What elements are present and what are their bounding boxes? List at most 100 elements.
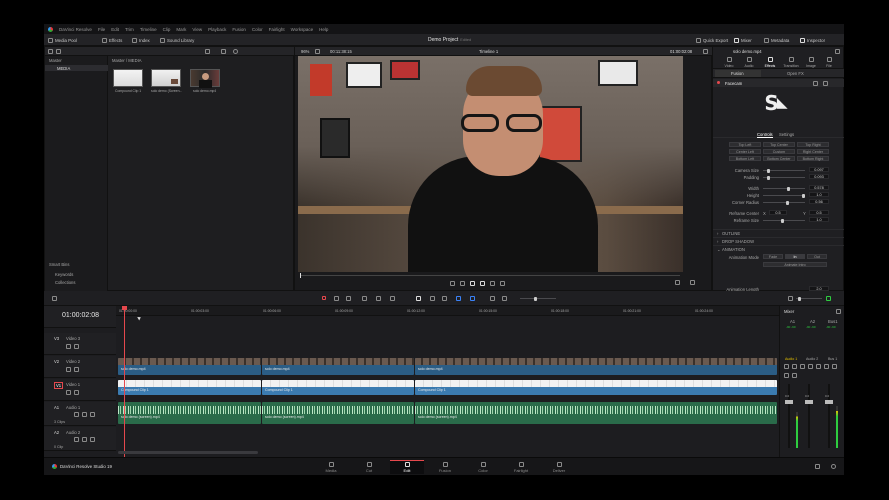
- track-header-a2[interactable]: A2 Audio 2 0 Clip: [44, 427, 116, 451]
- overwrite-clip-icon[interactable]: [376, 296, 381, 301]
- menu-fusion[interactable]: Fusion: [232, 27, 246, 32]
- solo-icon[interactable]: [784, 372, 789, 378]
- reframe-size-field[interactable]: 1.0: [809, 217, 829, 222]
- playhead[interactable]: [122, 306, 127, 457]
- position-bottom-left-button[interactable]: Bottom Left: [729, 156, 761, 161]
- audio-clip[interactable]: solo demo (screen).mp4: [262, 402, 414, 424]
- loop-icon[interactable]: [500, 281, 505, 286]
- dynamic-trim-icon[interactable]: [346, 296, 351, 301]
- height-field[interactable]: 1.0: [809, 192, 829, 197]
- tab-settings[interactable]: Settings: [779, 132, 794, 137]
- compound-clip[interactable]: Compound Clip 1: [262, 380, 414, 395]
- position-right-center-button[interactable]: Right Center: [797, 149, 829, 154]
- clip-thumbnail[interactable]: [190, 69, 220, 88]
- media-pool-button[interactable]: Media Pool: [48, 36, 77, 44]
- effect-header[interactable]: Facecam: [713, 79, 844, 87]
- lock-icon[interactable]: [66, 390, 71, 395]
- sort-icon[interactable]: [221, 49, 226, 54]
- read-icon[interactable]: [832, 364, 837, 369]
- page-edit[interactable]: Edit: [390, 460, 424, 474]
- menu-file[interactable]: File: [98, 27, 105, 32]
- timeline-scrollbar[interactable]: [118, 451, 258, 454]
- reframe-x-field[interactable]: 0.5: [769, 210, 787, 215]
- zoom-level[interactable]: 96%: [301, 49, 309, 54]
- position-bottom-center-button[interactable]: Bottom Center: [763, 156, 795, 161]
- lock-icon[interactable]: [66, 367, 71, 372]
- volume-slider[interactable]: [796, 296, 822, 301]
- compound-clip[interactable]: Compound Clip 1: [415, 380, 777, 395]
- go-to-start-icon[interactable]: [450, 281, 455, 286]
- track-header-a1[interactable]: A1 Audio 1 3 Clips: [44, 402, 116, 426]
- bin-master[interactable]: Master: [49, 58, 62, 63]
- link-icon[interactable]: [430, 296, 435, 301]
- tab-effects[interactable]: Effects: [763, 57, 777, 68]
- subtab-fusion[interactable]: Fusion: [715, 70, 761, 77]
- flag-icon[interactable]: [456, 296, 461, 301]
- mute-icon[interactable]: [824, 364, 829, 369]
- page-cut[interactable]: Cut: [352, 460, 386, 474]
- mute-icon[interactable]: [800, 364, 805, 369]
- timeline-ruler[interactable]: 01:00:00:00 01:00:03:00 01:00:06:00 01:0…: [116, 306, 779, 316]
- camera-size-slider[interactable]: [763, 168, 805, 173]
- audio-meter-icon[interactable]: [826, 296, 831, 301]
- tab-image[interactable]: Image: [805, 57, 817, 68]
- go-to-end-icon[interactable]: [490, 281, 495, 286]
- menu-help[interactable]: Help: [319, 27, 328, 32]
- menu-app[interactable]: DaVinci Resolve: [59, 27, 92, 32]
- track-header-v1[interactable]: V1 Video 1: [44, 379, 116, 401]
- play-icon[interactable]: [480, 281, 485, 286]
- fader-bus1[interactable]: [825, 400, 833, 404]
- corner-radius-field[interactable]: 0.56: [809, 199, 829, 204]
- mute-icon[interactable]: [792, 372, 797, 378]
- read-icon[interactable]: [784, 364, 789, 369]
- animation-out-button[interactable]: Out: [807, 254, 827, 259]
- solo-icon[interactable]: [792, 364, 797, 369]
- eye-icon[interactable]: [74, 390, 79, 395]
- track-header-v3[interactable]: V3 Video 3: [44, 333, 116, 355]
- position-lock-icon[interactable]: [442, 296, 447, 301]
- menu-fairlight[interactable]: Fairlight: [269, 27, 285, 32]
- viewer-scrubber[interactable]: [300, 273, 680, 278]
- solo-icon[interactable]: [82, 437, 87, 442]
- menu-workspace[interactable]: Workspace: [291, 27, 313, 32]
- fader-a1[interactable]: [785, 400, 793, 404]
- zoom-out-icon[interactable]: [490, 296, 495, 301]
- volume-icon[interactable]: [788, 296, 793, 301]
- zoom-fit-icon[interactable]: [502, 296, 507, 301]
- padding-slider[interactable]: [763, 175, 805, 180]
- layout-icon[interactable]: [52, 296, 57, 301]
- reframe-size-slider[interactable]: [763, 218, 805, 223]
- width-slider[interactable]: [763, 186, 805, 191]
- section-drop-shadow[interactable]: › DROP SHADOW: [713, 237, 844, 244]
- read-icon[interactable]: [808, 364, 813, 369]
- fullscreen-icon[interactable]: [675, 280, 680, 285]
- section-outline[interactable]: › OUTLINE: [713, 229, 844, 236]
- reset-icon[interactable]: [813, 80, 818, 86]
- collections-bin[interactable]: Collections: [55, 280, 75, 285]
- menu-timeline[interactable]: Timeline: [140, 27, 157, 32]
- lock-icon[interactable]: [66, 344, 71, 349]
- mixer-button[interactable]: Mixer: [734, 36, 752, 44]
- lock-icon[interactable]: [74, 412, 79, 417]
- video-clip[interactable]: solo demo.mp4: [415, 358, 777, 375]
- mute-icon[interactable]: [90, 412, 95, 417]
- timeline-name[interactable]: Timeline 1: [479, 49, 498, 54]
- page-deliver[interactable]: Deliver: [542, 460, 576, 474]
- position-top-center-button[interactable]: Top Center: [763, 142, 795, 147]
- menu-trim[interactable]: Trim: [125, 27, 134, 32]
- marker-icon[interactable]: [470, 296, 475, 301]
- compound-clip[interactable]: Compound Clip 1: [118, 380, 261, 395]
- sound-library-button[interactable]: Sound Library: [160, 36, 194, 44]
- audio-clip[interactable]: solo demo (screen).mp4: [415, 402, 777, 424]
- list-view-icon[interactable]: [205, 49, 210, 54]
- eye-icon[interactable]: [74, 367, 79, 372]
- trim-tool-icon[interactable]: [334, 296, 339, 301]
- metadata-button[interactable]: Metadata: [764, 36, 789, 44]
- home-icon[interactable]: [815, 464, 820, 469]
- section-animation[interactable]: ⌄ ANIMATION: [713, 245, 844, 252]
- search-icon[interactable]: [233, 49, 238, 54]
- tab-file[interactable]: File: [823, 57, 835, 68]
- reframe-y-field[interactable]: 0.5: [809, 210, 829, 215]
- height-slider[interactable]: [763, 193, 805, 198]
- inspector-button[interactable]: Inspector: [800, 36, 825, 44]
